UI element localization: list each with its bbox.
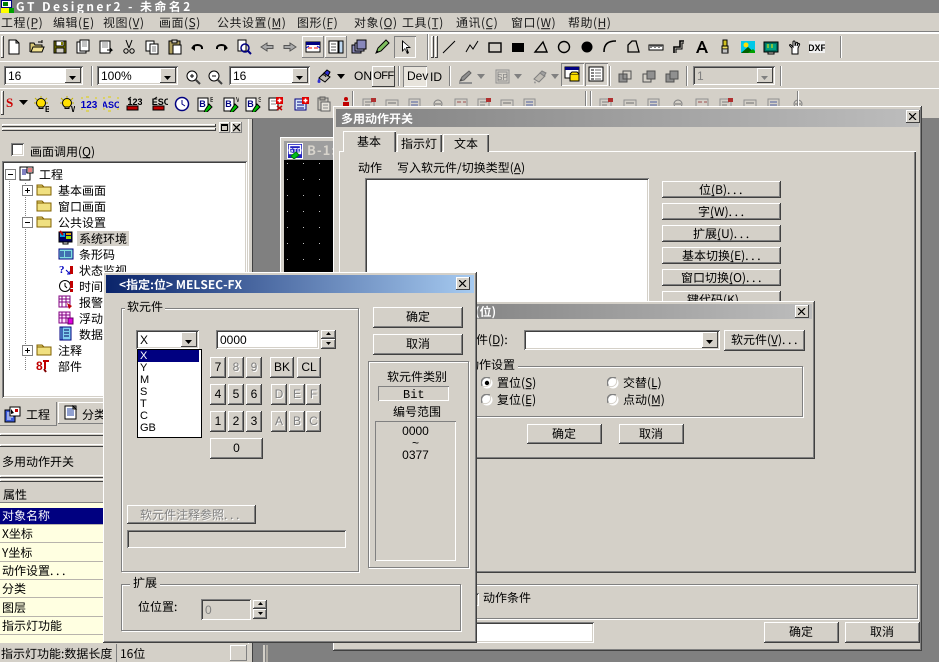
- svg-text:B: B: [225, 99, 232, 109]
- svg-text:8: 8: [36, 359, 43, 373]
- svg-text:B: B: [45, 105, 49, 112]
- svg-text:SP: SP: [497, 73, 508, 82]
- svg-text:B: B: [199, 99, 206, 109]
- svg-text:123: 123: [81, 100, 97, 111]
- svg-text:W: W: [236, 97, 239, 104]
- svg-text:B: B: [210, 97, 213, 104]
- svg-text:ASC: ASC: [103, 100, 119, 110]
- svg-text:W: W: [71, 105, 75, 112]
- svg-text:B: B: [247, 99, 254, 109]
- svg-text:?: ?: [59, 264, 65, 276]
- svg-text:S: S: [258, 97, 261, 104]
- svg-text:DXF: DXF: [809, 43, 825, 53]
